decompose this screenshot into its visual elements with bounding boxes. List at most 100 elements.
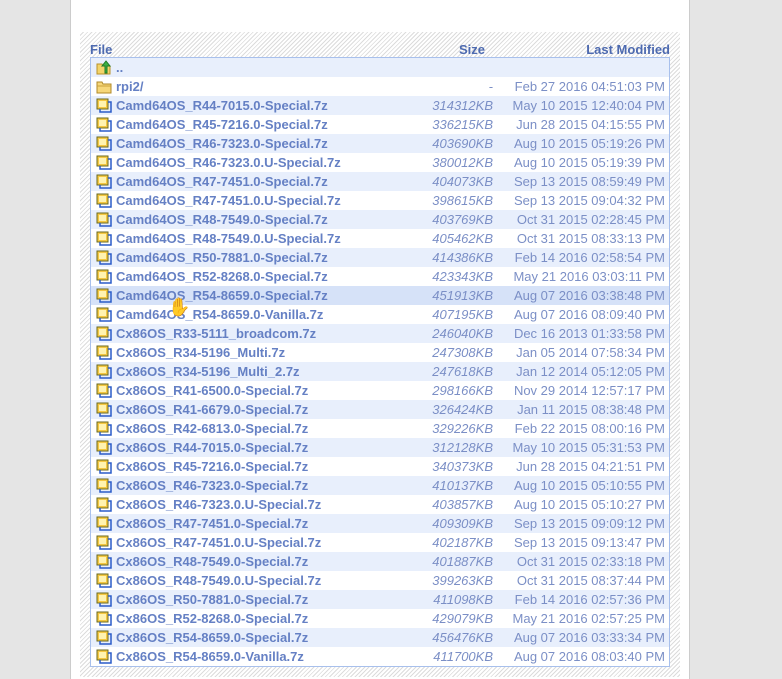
table-row[interactable]: Camd64OS_R44-7015.0-Special.7z 314312KB … <box>91 96 669 115</box>
file-size: 402187KB <box>432 535 493 550</box>
archive-icon <box>96 535 112 550</box>
table-row[interactable]: Cx86OS_R50-7881.0-Special.7z 411098KB Fe… <box>91 590 669 609</box>
file-link[interactable]: Cx86OS_R54-8659.0-Special.7z <box>116 628 308 647</box>
archive-icon <box>96 630 112 645</box>
file-link[interactable]: Cx86OS_R44-7015.0-Special.7z <box>116 438 308 457</box>
table-row[interactable]: Cx86OS_R46-7323.0-Special.7z 410137KB Au… <box>91 476 669 495</box>
table-row[interactable]: Cx86OS_R48-7549.0-Special.7z 401887KB Oc… <box>91 552 669 571</box>
file-link[interactable]: Cx86OS_R34-5196_Multi_2.7z <box>116 362 300 381</box>
file-link[interactable]: Camd64OS_R54-8659.0-Special.7z <box>116 286 328 305</box>
table-row[interactable]: Cx86OS_R41-6679.0-Special.7z 326424KB Ja… <box>91 400 669 419</box>
file-link[interactable]: Cx86OS_R47-7451.0.U-Special.7z <box>116 533 321 552</box>
file-size: 403690KB <box>432 136 493 151</box>
file-link[interactable]: Camd64OS_R45-7216.0-Special.7z <box>116 115 328 134</box>
archive-icon <box>96 459 112 474</box>
file-date: Aug 07 2016 08:03:40 PM <box>513 649 665 664</box>
file-date: Aug 07 2016 08:09:40 PM <box>513 307 665 322</box>
archive-icon <box>96 478 112 493</box>
archive-icon <box>96 174 112 189</box>
file-size: 246040KB <box>432 326 493 341</box>
table-row[interactable]: Cx86OS_R47-7451.0.U-Special.7z 402187KB … <box>91 533 669 552</box>
file-link[interactable]: .. <box>116 58 123 77</box>
table-row[interactable]: Camd64OS_R46-7323.0.U-Special.7z 380012K… <box>91 153 669 172</box>
folder-icon <box>96 79 112 94</box>
file-link[interactable]: Camd64OS_R48-7549.0.U-Special.7z <box>116 229 341 248</box>
file-size: 451913KB <box>432 288 493 303</box>
file-link[interactable]: Cx86OS_R41-6500.0-Special.7z <box>116 381 308 400</box>
file-link[interactable]: Camd64OS_R44-7015.0-Special.7z <box>116 96 328 115</box>
file-link[interactable]: Cx86OS_R46-7323.0-Special.7z <box>116 476 308 495</box>
table-row[interactable]: Camd64OS_R45-7216.0-Special.7z 336215KB … <box>91 115 669 134</box>
file-link[interactable]: Cx86OS_R52-8268.0-Special.7z <box>116 609 308 628</box>
file-size: 405462KB <box>432 231 493 246</box>
file-link[interactable]: Cx86OS_R47-7451.0-Special.7z <box>116 514 308 533</box>
file-link[interactable]: Cx86OS_R33-5111_broadcom.7z <box>116 324 316 343</box>
file-link[interactable]: Cx86OS_R41-6679.0-Special.7z <box>116 400 308 419</box>
file-date: Feb 22 2015 08:00:16 PM <box>514 421 665 436</box>
file-date: Jun 28 2015 04:21:51 PM <box>516 459 665 474</box>
table-row[interactable]: rpi2/ - Feb 27 2016 04:51:03 PM <box>91 77 669 96</box>
file-link[interactable]: Camd64OS_R46-7323.0-Special.7z <box>116 134 328 153</box>
file-date: Feb 14 2016 02:57:36 PM <box>514 592 665 607</box>
file-size: 329226KB <box>432 421 493 436</box>
file-size: 409309KB <box>432 516 493 531</box>
column-header-last-modified[interactable]: Last Modified <box>586 42 670 57</box>
file-link[interactable]: Camd64OS_R47-7451.0-Special.7z <box>116 172 328 191</box>
table-row[interactable]: Cx86OS_R41-6500.0-Special.7z 298166KB No… <box>91 381 669 400</box>
file-date: May 10 2015 05:31:53 PM <box>512 440 666 455</box>
file-date: Jan 12 2014 05:12:05 PM <box>516 364 665 379</box>
table-row[interactable]: Cx86OS_R44-7015.0-Special.7z 312128KB Ma… <box>91 438 669 457</box>
file-link[interactable]: Camd64OS_R54-8659.0-Vanilla.7z <box>116 305 323 324</box>
file-size: 314312KB <box>432 98 493 113</box>
file-link[interactable]: Camd64OS_R46-7323.0.U-Special.7z <box>116 153 341 172</box>
table-row[interactable]: Cx86OS_R34-5196_Multi.7z 247308KB Jan 05… <box>91 343 669 362</box>
file-size: 247618KB <box>432 364 493 379</box>
file-link[interactable]: Cx86OS_R54-8659.0-Vanilla.7z <box>116 647 304 666</box>
file-link[interactable]: Cx86OS_R45-7216.0-Special.7z <box>116 457 308 476</box>
table-row[interactable]: .. <box>91 58 669 77</box>
table-row[interactable]: Camd64OS_R47-7451.0.U-Special.7z 398615K… <box>91 191 669 210</box>
file-date: Sep 13 2015 08:59:49 PM <box>513 174 665 189</box>
file-link[interactable]: Camd64OS_R47-7451.0.U-Special.7z <box>116 191 341 210</box>
file-link[interactable]: Camd64OS_R48-7549.0-Special.7z <box>116 210 328 229</box>
table-row[interactable]: Cx86OS_R48-7549.0.U-Special.7z 399263KB … <box>91 571 669 590</box>
archive-icon <box>96 364 112 379</box>
archive-icon <box>96 554 112 569</box>
table-row[interactable]: Cx86OS_R54-8659.0-Vanilla.7z 411700KB Au… <box>91 647 669 666</box>
table-row[interactable]: Cx86OS_R33-5111_broadcom.7z 246040KB Dec… <box>91 324 669 343</box>
file-date: Feb 27 2016 04:51:03 PM <box>514 79 665 94</box>
table-row[interactable]: Camd64OS_R47-7451.0-Special.7z 404073KB … <box>91 172 669 191</box>
file-size: 399263KB <box>432 573 493 588</box>
table-row[interactable]: Cx86OS_R45-7216.0-Special.7z 340373KB Ju… <box>91 457 669 476</box>
file-link[interactable]: Cx86OS_R48-7549.0-Special.7z <box>116 552 308 571</box>
file-link[interactable]: Cx86OS_R50-7881.0-Special.7z <box>116 590 308 609</box>
table-row[interactable]: Camd64OS_R50-7881.0-Special.7z 414386KB … <box>91 248 669 267</box>
parent-folder-icon <box>96 60 112 75</box>
table-row[interactable]: Camd64OS_R52-8268.0-Special.7z 423343KB … <box>91 267 669 286</box>
table-row[interactable]: Cx86OS_R46-7323.0.U-Special.7z 403857KB … <box>91 495 669 514</box>
file-link[interactable]: Cx86OS_R34-5196_Multi.7z <box>116 343 285 362</box>
file-link[interactable]: Cx86OS_R42-6813.0-Special.7z <box>116 419 308 438</box>
file-link[interactable]: Cx86OS_R46-7323.0.U-Special.7z <box>116 495 321 514</box>
file-date: Feb 14 2016 02:58:54 PM <box>514 250 665 265</box>
table-row[interactable]: Cx86OS_R34-5196_Multi_2.7z 247618KB Jan … <box>91 362 669 381</box>
table-row[interactable]: Cx86OS_R47-7451.0-Special.7z 409309KB Se… <box>91 514 669 533</box>
column-header-size[interactable]: Size <box>459 42 485 57</box>
table-row[interactable]: Camd64OS_R48-7549.0.U-Special.7z 405462K… <box>91 229 669 248</box>
table-row[interactable]: Camd64OS_R48-7549.0-Special.7z 403769KB … <box>91 210 669 229</box>
archive-icon <box>96 212 112 227</box>
file-link[interactable]: Camd64OS_R52-8268.0-Special.7z <box>116 267 328 286</box>
column-header-file[interactable]: File <box>90 42 112 57</box>
archive-icon <box>96 573 112 588</box>
table-row[interactable]: Cx86OS_R54-8659.0-Special.7z 456476KB Au… <box>91 628 669 647</box>
table-row[interactable]: Camd64OS_R46-7323.0-Special.7z 403690KB … <box>91 134 669 153</box>
table-row[interactable]: Cx86OS_R52-8268.0-Special.7z 429079KB Ma… <box>91 609 669 628</box>
table-row[interactable]: Cx86OS_R42-6813.0-Special.7z 329226KB Fe… <box>91 419 669 438</box>
file-link[interactable]: Camd64OS_R50-7881.0-Special.7z <box>116 248 328 267</box>
file-link[interactable]: Cx86OS_R48-7549.0.U-Special.7z <box>116 571 321 590</box>
archive-icon <box>96 193 112 208</box>
file-date: Oct 31 2015 02:28:45 PM <box>516 212 665 227</box>
file-date: Sep 13 2015 09:13:47 PM <box>513 535 665 550</box>
file-size: 340373KB <box>432 459 493 474</box>
file-link[interactable]: rpi2/ <box>116 77 143 96</box>
